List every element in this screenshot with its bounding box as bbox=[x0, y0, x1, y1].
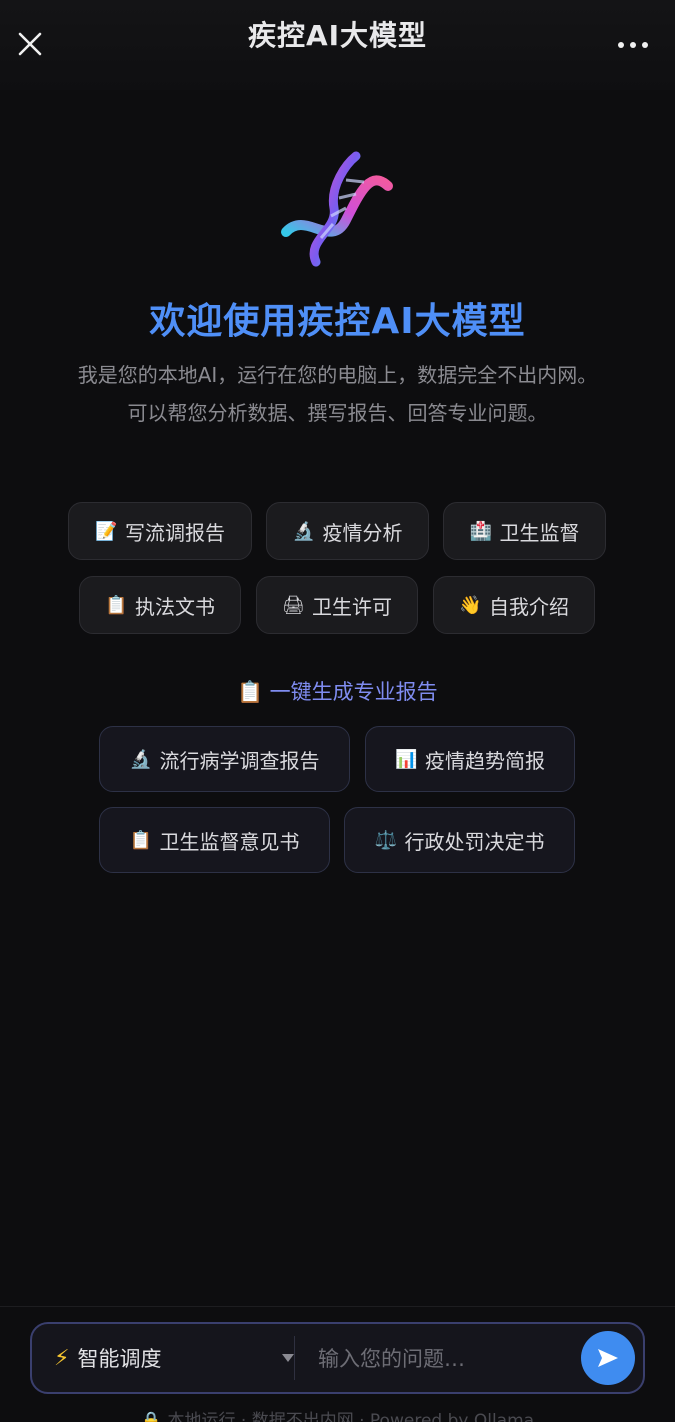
footer-text: 🔒 本地运行 · 数据不出内网 · Powered by Ollama bbox=[140, 1411, 535, 1422]
microscope-icon: 🔬 bbox=[292, 520, 315, 542]
printer-icon: 🖨 bbox=[282, 594, 305, 616]
report-section-label: 一键生成专业报告 bbox=[269, 680, 438, 704]
chip-health-supervision[interactable]: 🏥 卫生监督 bbox=[443, 502, 606, 560]
report-administrative-penalty[interactable]: ⚖️ 行政处罚决定书 bbox=[344, 807, 575, 873]
chip-label: 疫情分析 bbox=[322, 520, 403, 545]
divider bbox=[0, 1306, 675, 1307]
chip-label: 卫生监督 bbox=[499, 520, 580, 545]
chip-label: 写流调报告 bbox=[125, 520, 225, 545]
clipboard-icon: 📋 bbox=[237, 680, 264, 704]
waving-hand-icon: 👋 bbox=[459, 594, 482, 616]
report-label: 卫生监督意见书 bbox=[159, 829, 300, 854]
hospital-icon: 🏥 bbox=[469, 520, 492, 542]
clipboard-icon: 📋 bbox=[105, 594, 128, 616]
intro-text: 我是您的本地AI，运行在您的电脑上，数据完全不出内网。 可以帮您分析数据、撰写报… bbox=[60, 356, 615, 432]
memo-icon: 📝 bbox=[95, 520, 118, 542]
chip-write-investigation-report[interactable]: 📝 写流调报告 bbox=[68, 502, 252, 560]
chip-label: 执法文书 bbox=[135, 594, 215, 619]
more-dots-icon-dot[interactable] bbox=[630, 42, 636, 48]
send-button[interactable] bbox=[581, 1331, 635, 1385]
microscope-icon: 🔬 bbox=[129, 748, 152, 770]
top-bar: 疾控AI大模型 bbox=[0, 0, 675, 90]
mode-select[interactable]: ⚡ 智能调度 bbox=[54, 1324, 294, 1392]
report-label: 行政处罚决定书 bbox=[404, 829, 545, 854]
chip-epidemic-analysis[interactable]: 🔬 疫情分析 bbox=[266, 502, 429, 560]
chip-label: 卫生许可 bbox=[312, 594, 392, 619]
page-title: 疾控AI大模型 bbox=[247, 19, 428, 52]
chip-label: 自我介绍 bbox=[489, 594, 569, 619]
dna-icon bbox=[281, 151, 393, 267]
clipboard-icon: 📋 bbox=[129, 829, 152, 851]
mode-label: 智能调度 bbox=[77, 1347, 162, 1371]
bar-chart-icon: 📊 bbox=[395, 748, 418, 770]
more-dots-icon[interactable] bbox=[618, 42, 624, 48]
send-icon bbox=[598, 1349, 618, 1367]
report-section-title: 📋 一键生成专业报告 bbox=[0, 676, 675, 706]
question-input[interactable] bbox=[316, 1336, 570, 1382]
chip-enforcement-documents[interactable]: 📋 执法文书 bbox=[79, 576, 241, 634]
composer: ⚡ 智能调度 bbox=[30, 1322, 645, 1394]
report-label: 流行病学调查报告 bbox=[159, 748, 320, 773]
lightning-icon: ⚡ bbox=[54, 1345, 70, 1371]
chip-self-introduction[interactable]: 👋 自我介绍 bbox=[433, 576, 595, 634]
more-button[interactable] bbox=[613, 30, 653, 60]
scales-icon: ⚖️ bbox=[374, 829, 397, 851]
divider bbox=[294, 1336, 295, 1380]
report-label: 疫情趋势简报 bbox=[425, 748, 545, 773]
report-epidemic-trend-brief[interactable]: 📊 疫情趋势简报 bbox=[365, 726, 575, 792]
welcome-heading: 欢迎使用疾控AI大模型 bbox=[149, 301, 526, 342]
chevron-down-icon bbox=[282, 1354, 294, 1362]
intro-line-1: 我是您的本地AI，运行在您的电脑上，数据完全不出内网。 bbox=[77, 363, 598, 387]
more-dots-icon-dot[interactable] bbox=[642, 42, 648, 48]
app-screen: 疾控AI大模型 欢迎使用疾控AI大模型 我是您的本地AI，运行在您的电脑上，数据… bbox=[0, 0, 675, 1422]
intro-line-2: 可以帮您分析数据、撰写报告、回答专业问题。 bbox=[127, 401, 548, 425]
report-health-supervision-opinion[interactable]: 📋 卫生监督意见书 bbox=[99, 807, 330, 873]
report-epidemiological-investigation[interactable]: 🔬 流行病学调查报告 bbox=[99, 726, 350, 792]
chip-health-license[interactable]: 🖨 卫生许可 bbox=[256, 576, 418, 634]
